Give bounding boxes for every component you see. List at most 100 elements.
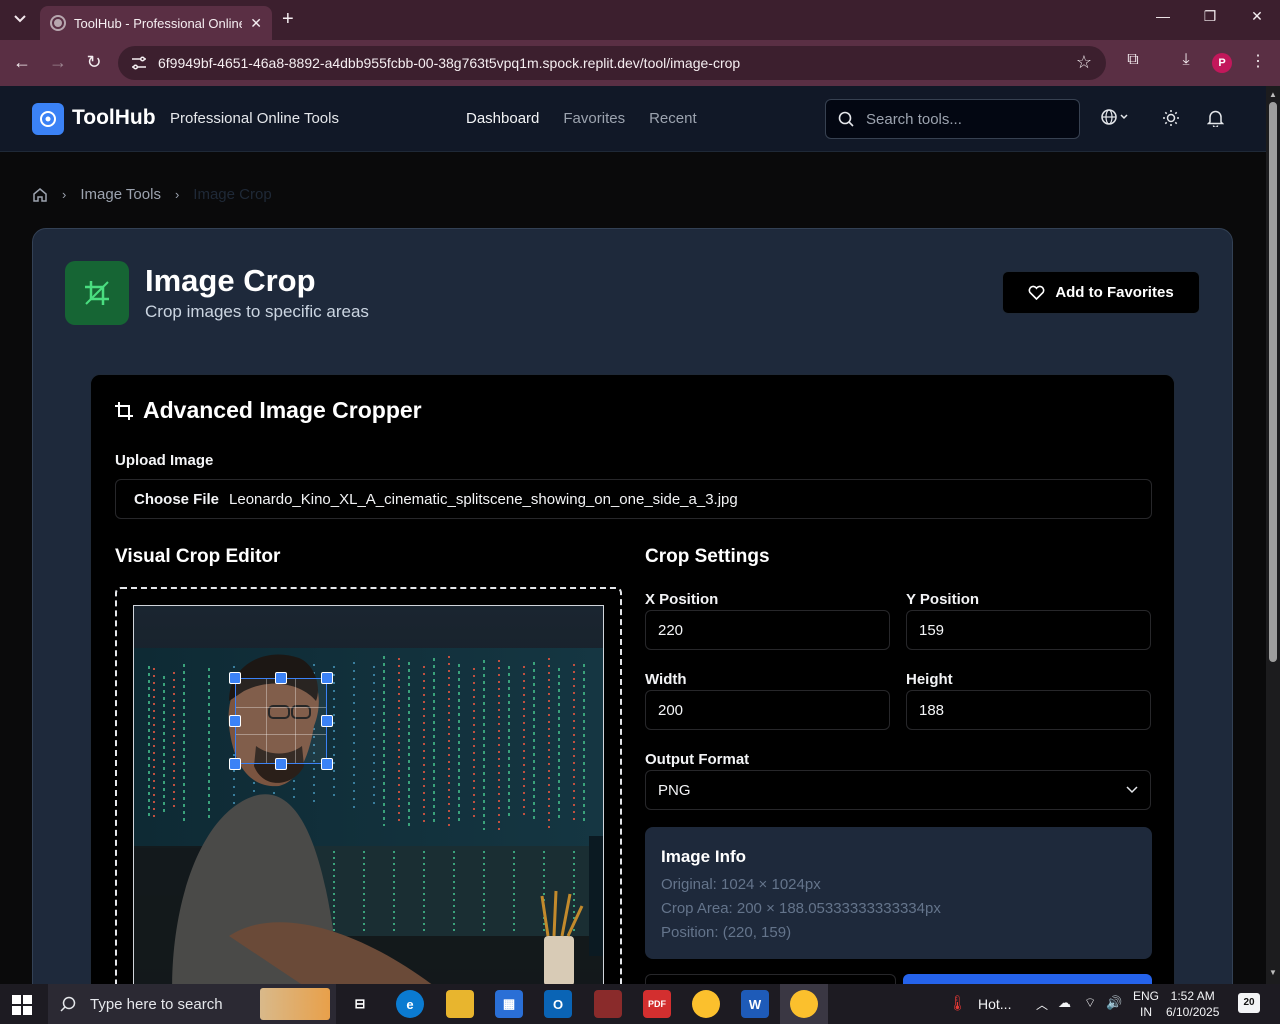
windows-taskbar: Type here to search ⊟ e ▦ O PDF W 🌡 Hot.… — [0, 984, 1280, 1024]
logo-icon[interactable] — [32, 103, 64, 135]
chevron-down-icon — [1126, 786, 1138, 794]
tool-title: Image Crop — [145, 263, 316, 298]
crop-guide-line — [295, 679, 297, 763]
profile-avatar[interactable]: P — [1212, 53, 1232, 73]
x-position-input[interactable]: 220 — [645, 610, 890, 650]
scroll-down-arrow-icon[interactable]: ▼ — [1269, 968, 1277, 977]
crop-handle-bottom-right[interactable] — [321, 758, 333, 770]
choose-file-button[interactable]: Choose File — [134, 491, 219, 508]
notification-center-badge[interactable]: 20 — [1238, 993, 1260, 1013]
secondary-action-button[interactable] — [645, 974, 896, 984]
reload-button[interactable]: ↻ — [82, 52, 106, 73]
system-clock[interactable]: 1:52 AM 6/10/2025 — [1166, 988, 1219, 1020]
height-label: Height — [906, 671, 953, 688]
scroll-up-arrow-icon[interactable]: ▲ — [1269, 90, 1277, 99]
crop-handle-top[interactable] — [275, 672, 287, 684]
wifi-icon[interactable]: ⌔ — [1084, 995, 1096, 1011]
y-position-input[interactable]: 159 — [906, 610, 1151, 650]
weather-text[interactable]: Hot... — [978, 996, 1011, 1012]
close-window-button[interactable]: ✕ — [1234, 8, 1280, 25]
site-info-icon[interactable] — [130, 54, 148, 72]
chrome-icon[interactable] — [692, 990, 720, 1018]
tab-search-button[interactable] — [8, 7, 32, 31]
forward-button[interactable]: → — [46, 52, 70, 73]
nav-dashboard[interactable]: Dashboard — [466, 110, 539, 127]
new-tab-button[interactable]: + — [282, 8, 294, 31]
theme-toggle-sun-icon[interactable] — [1162, 109, 1180, 131]
tab-title: ToolHub - Professional Online T — [74, 15, 242, 31]
search-tools-input[interactable]: Search tools... — [825, 99, 1080, 139]
cropper-header: Advanced Image Cropper — [115, 397, 422, 424]
nav-recent[interactable]: Recent — [649, 110, 697, 127]
search-icon — [60, 996, 76, 1012]
taskbar-search-box[interactable]: Type here to search — [48, 984, 336, 1024]
minimize-window-button[interactable]: — — [1140, 8, 1186, 24]
breadcrumb-image-tools[interactable]: Image Tools — [80, 186, 161, 203]
source-photo — [134, 606, 603, 984]
word-icon[interactable]: W — [741, 990, 769, 1018]
brand-name[interactable]: ToolHub — [72, 106, 156, 130]
notifications-bell-icon[interactable] — [1206, 109, 1225, 131]
output-format-select[interactable]: PNG — [645, 770, 1151, 810]
tray-chevron-up-icon[interactable]: ︿ — [1036, 996, 1048, 1013]
image-info-box: Image Info Original: 1024 × 1024px Crop … — [645, 827, 1152, 959]
restore-window-button[interactable]: ❐ — [1187, 8, 1233, 25]
crop-handle-top-right[interactable] — [321, 672, 333, 684]
app-icon[interactable] — [594, 990, 622, 1018]
clock-time: 1:52 AM — [1170, 989, 1215, 1003]
crop-guide-line — [236, 706, 326, 708]
page-scrollbar[interactable]: ▲ ▼ — [1266, 86, 1280, 984]
crop-drop-area — [115, 587, 622, 984]
height-value: 188 — [919, 701, 945, 719]
crop-handle-top-left[interactable] — [229, 672, 241, 684]
pdf-app-icon[interactable]: PDF — [643, 990, 671, 1018]
output-format-value: PNG — [658, 781, 691, 799]
crop-handle-bottom[interactable] — [275, 758, 287, 770]
height-input[interactable]: 188 — [906, 690, 1151, 730]
primary-action-button[interactable] — [903, 974, 1152, 984]
home-icon[interactable] — [32, 187, 48, 203]
crop-handle-left[interactable] — [229, 715, 241, 727]
language-indicator[interactable]: ENG IN — [1133, 988, 1159, 1020]
volume-icon[interactable]: 🔊 — [1106, 995, 1122, 1011]
width-label: Width — [645, 671, 687, 688]
editor-title: Visual Crop Editor — [115, 546, 281, 567]
crop-guide-line — [236, 734, 326, 736]
browser-tab-active[interactable]: ToolHub - Professional Online T ✕ — [40, 6, 272, 40]
browser-menu-icon[interactable]: ⋮ — [1246, 51, 1270, 75]
width-input[interactable]: 200 — [645, 690, 890, 730]
crop-guide-line — [265, 679, 267, 763]
brand-tagline: Professional Online Tools — [170, 110, 339, 127]
x-position-label: X Position — [645, 591, 719, 608]
file-explorer-icon[interactable] — [446, 990, 474, 1018]
width-value: 200 — [658, 701, 684, 719]
windows-start-icon[interactable] — [12, 995, 32, 1015]
chevron-right-icon: › — [174, 187, 180, 202]
chrome-profile-icon[interactable] — [790, 990, 818, 1018]
outlook-icon[interactable]: O — [544, 990, 572, 1018]
app-header: ToolHub Professional Online Tools Dashbo… — [0, 86, 1266, 152]
onedrive-icon[interactable]: ☁ — [1058, 995, 1071, 1011]
microsoft-store-icon[interactable]: ▦ — [495, 990, 523, 1018]
chevron-down-icon — [14, 15, 26, 23]
close-tab-icon[interactable]: ✕ — [250, 15, 262, 32]
upload-label: Upload Image — [115, 452, 214, 469]
file-upload-input[interactable]: Choose File Leonardo_Kino_XL_A_cinematic… — [115, 479, 1152, 519]
address-bar[interactable]: 6f9949bf-4651-46a8-8892-a4dbb955fcbb-00-… — [118, 46, 1106, 80]
extensions-icon[interactable]: ⧉ — [1121, 51, 1145, 75]
language-code: ENG — [1133, 989, 1160, 1003]
bookmark-star-icon[interactable]: ☆ — [1076, 52, 1092, 73]
crop-selection-box[interactable] — [229, 672, 333, 770]
task-view-icon[interactable]: ⊟ — [346, 990, 374, 1018]
add-to-favorites-button[interactable]: Add to Favorites — [1002, 271, 1200, 314]
back-button[interactable]: ← — [10, 52, 34, 73]
nav-favorites[interactable]: Favorites — [563, 110, 625, 127]
download-icon[interactable]: ⤓ — [1174, 51, 1198, 75]
image-info-title: Image Info — [661, 847, 747, 866]
settings-title: Crop Settings — [645, 546, 770, 567]
crop-handle-bottom-left[interactable] — [229, 758, 241, 770]
scrollbar-thumb[interactable] — [1269, 102, 1277, 662]
crop-handle-right[interactable] — [321, 715, 333, 727]
language-selector[interactable] — [1101, 108, 1131, 130]
edge-browser-icon[interactable]: e — [396, 990, 424, 1018]
